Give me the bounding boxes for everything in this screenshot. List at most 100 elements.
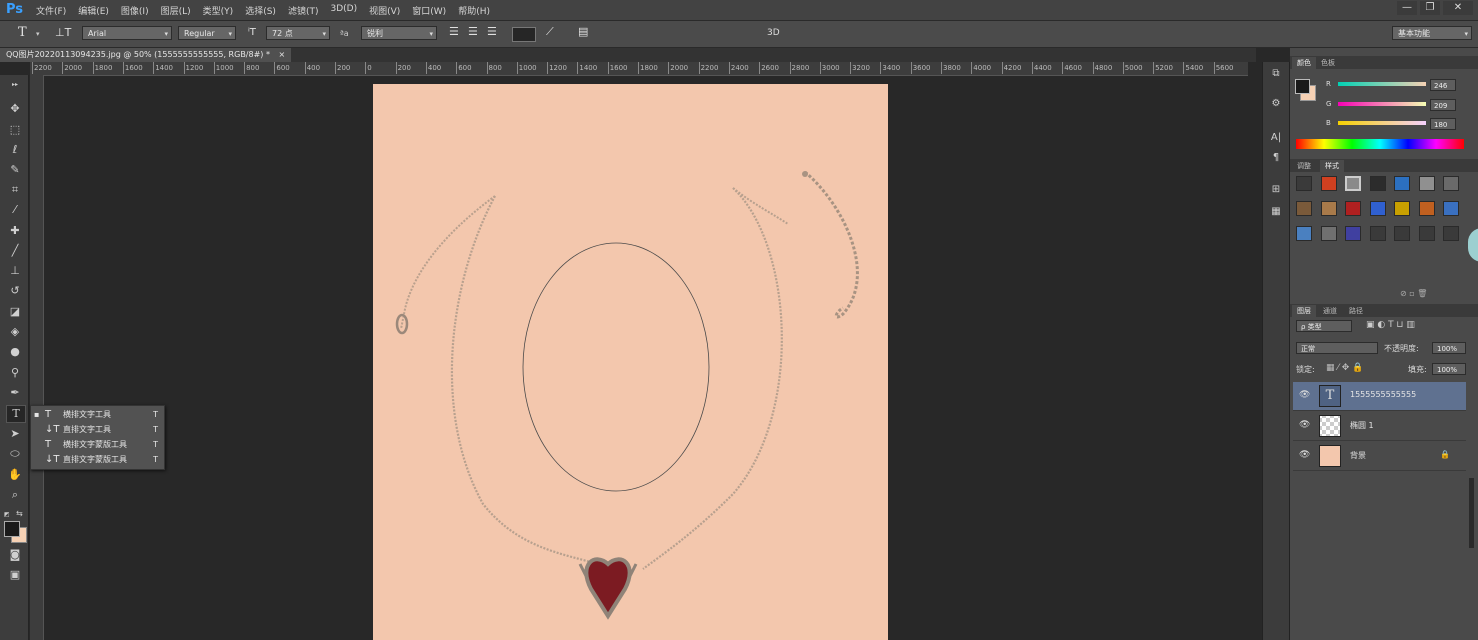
- close-window-button[interactable]: ✕: [1443, 1, 1473, 15]
- lock-icons[interactable]: ▦ ⁄ ✥ 🔒: [1326, 363, 1363, 373]
- style-swatch[interactable]: [1394, 226, 1410, 241]
- marquee-tool-icon[interactable]: ⬚: [6, 122, 24, 138]
- lasso-tool-icon[interactable]: ℓ: [6, 142, 24, 158]
- channel-g-slider[interactable]: [1338, 102, 1426, 106]
- panel-foreground-swatch[interactable]: [1295, 79, 1310, 94]
- menu-item-5[interactable]: 选择(S): [245, 4, 276, 17]
- flyout-item-2[interactable]: T 横排文字蒙版工具 T: [31, 438, 164, 452]
- style-swatch[interactable]: [1369, 201, 1386, 216]
- channel-r-slider[interactable]: [1338, 82, 1426, 86]
- menu-item-1[interactable]: 编辑(E): [78, 4, 109, 17]
- align-left-icon[interactable]: ☰: [449, 25, 459, 38]
- menu-item-4[interactable]: 类型(Y): [203, 4, 234, 17]
- menu-item-9[interactable]: 窗口(W): [412, 4, 446, 17]
- style-swatch[interactable]: [1345, 226, 1361, 241]
- visibility-eye-icon[interactable]: 👁: [1299, 450, 1310, 460]
- style-swatch[interactable]: [1345, 201, 1361, 216]
- minimize-button[interactable]: —: [1397, 1, 1417, 15]
- color-spectrum-bar[interactable]: [1296, 139, 1464, 149]
- layer-filter-select[interactable]: ρ 类型: [1296, 320, 1352, 332]
- flyout-item-0[interactable]: ▪ T 横排文字工具 T: [31, 408, 164, 422]
- tab-paths[interactable]: 路径: [1344, 305, 1368, 317]
- type-tool-icon[interactable]: T: [6, 405, 26, 423]
- properties-panel-icon[interactable]: ▦: [1268, 206, 1284, 220]
- visibility-eye-icon[interactable]: 👁: [1299, 390, 1310, 400]
- menu-item-0[interactable]: 文件(F): [36, 4, 66, 17]
- default-colors-icon[interactable]: ◩: [4, 511, 10, 518]
- tab-color[interactable]: 颜色: [1292, 57, 1316, 69]
- paragraph-panel-icon[interactable]: ¶: [1268, 152, 1284, 166]
- crop-tool-icon[interactable]: ⌗: [6, 182, 24, 198]
- layer-comps-icon[interactable]: ⊞: [1268, 184, 1284, 198]
- visibility-eye-icon[interactable]: 👁: [1299, 420, 1310, 430]
- move-tool-icon[interactable]: ✥: [6, 101, 24, 117]
- layers-scrollbar[interactable]: [1469, 478, 1474, 548]
- history-panel-icon[interactable]: ⧉: [1268, 68, 1284, 82]
- channel-b-slider[interactable]: [1338, 121, 1426, 125]
- layer-row[interactable]: 👁 背景 🔒: [1293, 442, 1466, 471]
- text-orientation-icon[interactable]: ⊥T: [55, 26, 71, 39]
- blend-mode-select[interactable]: 正常: [1296, 342, 1378, 354]
- swap-colors-icon[interactable]: ⇆: [16, 509, 23, 518]
- style-swatch[interactable]: [1296, 201, 1312, 216]
- blur-tool-icon[interactable]: ●: [6, 344, 24, 360]
- layer-row[interactable]: 👁 T 1555555555555: [1293, 382, 1466, 411]
- style-swatch[interactable]: [1418, 201, 1435, 216]
- screen-mode-icon[interactable]: ▣: [6, 567, 24, 583]
- hand-tool-icon[interactable]: ✋: [6, 467, 24, 483]
- style-swatch[interactable]: [1418, 226, 1435, 241]
- close-tab-icon[interactable]: ×: [279, 50, 286, 59]
- history-brush-tool-icon[interactable]: ↺: [6, 283, 24, 299]
- restore-button[interactable]: ❐: [1420, 1, 1440, 15]
- flyout-item-3[interactable]: ↓T 直排文字蒙版工具 T: [31, 453, 164, 467]
- horizontal-ruler[interactable]: 2200 2000 1800 1600 1400 1200 1000 800 600 400 200…: [30, 62, 1248, 76]
- actions-panel-icon[interactable]: ⚙: [1268, 98, 1284, 112]
- style-swatch[interactable]: [1394, 201, 1410, 216]
- style-swatch[interactable]: [1369, 176, 1386, 191]
- menu-item-8[interactable]: 视图(V): [369, 4, 400, 17]
- menu-item-3[interactable]: 图层(L): [161, 4, 191, 17]
- tab-swatches[interactable]: 色板: [1316, 57, 1340, 69]
- align-center-icon[interactable]: ☰: [468, 25, 478, 38]
- style-swatch[interactable]: [1320, 201, 1337, 216]
- style-swatch[interactable]: [1296, 226, 1312, 241]
- tab-styles[interactable]: 样式: [1320, 160, 1344, 172]
- document-tab[interactable]: QQ图片20220113094235.jpg @ 50% (1555555555…: [0, 48, 292, 62]
- document-canvas[interactable]: [373, 84, 888, 640]
- pen-tool-icon[interactable]: ✒: [6, 385, 24, 401]
- tab-layers[interactable]: 图层: [1292, 305, 1316, 317]
- align-right-icon[interactable]: ☰: [487, 25, 497, 38]
- anti-alias-select[interactable]: 锐利 ▾: [361, 26, 437, 40]
- layer-filter-icons[interactable]: ▣ ◐ T ⊔ ▥: [1366, 320, 1415, 330]
- healing-brush-tool-icon[interactable]: ✚: [6, 223, 24, 239]
- style-swatch[interactable]: [1345, 176, 1361, 191]
- style-swatch[interactable]: [1296, 176, 1312, 191]
- font-size-select[interactable]: 72 点 ▾: [266, 26, 330, 40]
- menu-item-2[interactable]: 图像(I): [121, 4, 149, 17]
- eyedropper-tool-icon[interactable]: ⁄: [6, 202, 24, 218]
- menu-item-10[interactable]: 帮助(H): [458, 4, 490, 17]
- font-style-select[interactable]: Regular ▾: [178, 26, 236, 40]
- font-family-select[interactable]: Arial ▾: [82, 26, 172, 40]
- clone-stamp-tool-icon[interactable]: ⊥: [6, 263, 24, 279]
- quick-mask-icon[interactable]: ◙: [6, 547, 24, 563]
- quick-select-tool-icon[interactable]: ✎: [6, 162, 24, 178]
- type-tool-preset-icon[interactable]: T: [18, 25, 27, 40]
- foreground-color-swatch[interactable]: [4, 521, 20, 537]
- layer-name[interactable]: 背景: [1350, 450, 1366, 461]
- 3d-button[interactable]: 3D: [767, 28, 780, 38]
- layer-name[interactable]: 1555555555555: [1350, 390, 1416, 399]
- fill-field[interactable]: 100%: [1432, 363, 1466, 375]
- styles-footer-icons[interactable]: ⊘ ▫ 🗑: [1400, 289, 1427, 298]
- style-swatch[interactable]: [1443, 201, 1459, 216]
- channel-g-value[interactable]: 209: [1430, 99, 1456, 111]
- menu-item-6[interactable]: 滤镜(T): [288, 4, 319, 17]
- character-panel-icon[interactable]: A|: [1268, 132, 1284, 146]
- ellipse-tool-icon[interactable]: ⬭: [6, 446, 24, 462]
- tab-adjustments[interactable]: 调整: [1292, 160, 1316, 172]
- style-swatch[interactable]: [1320, 226, 1337, 241]
- style-swatch[interactable]: [1443, 226, 1459, 241]
- path-selection-tool-icon[interactable]: ➤: [6, 426, 24, 442]
- paint-bucket-tool-icon[interactable]: ◈: [6, 324, 24, 340]
- workspace-select[interactable]: 基本功能 ▾: [1392, 26, 1472, 40]
